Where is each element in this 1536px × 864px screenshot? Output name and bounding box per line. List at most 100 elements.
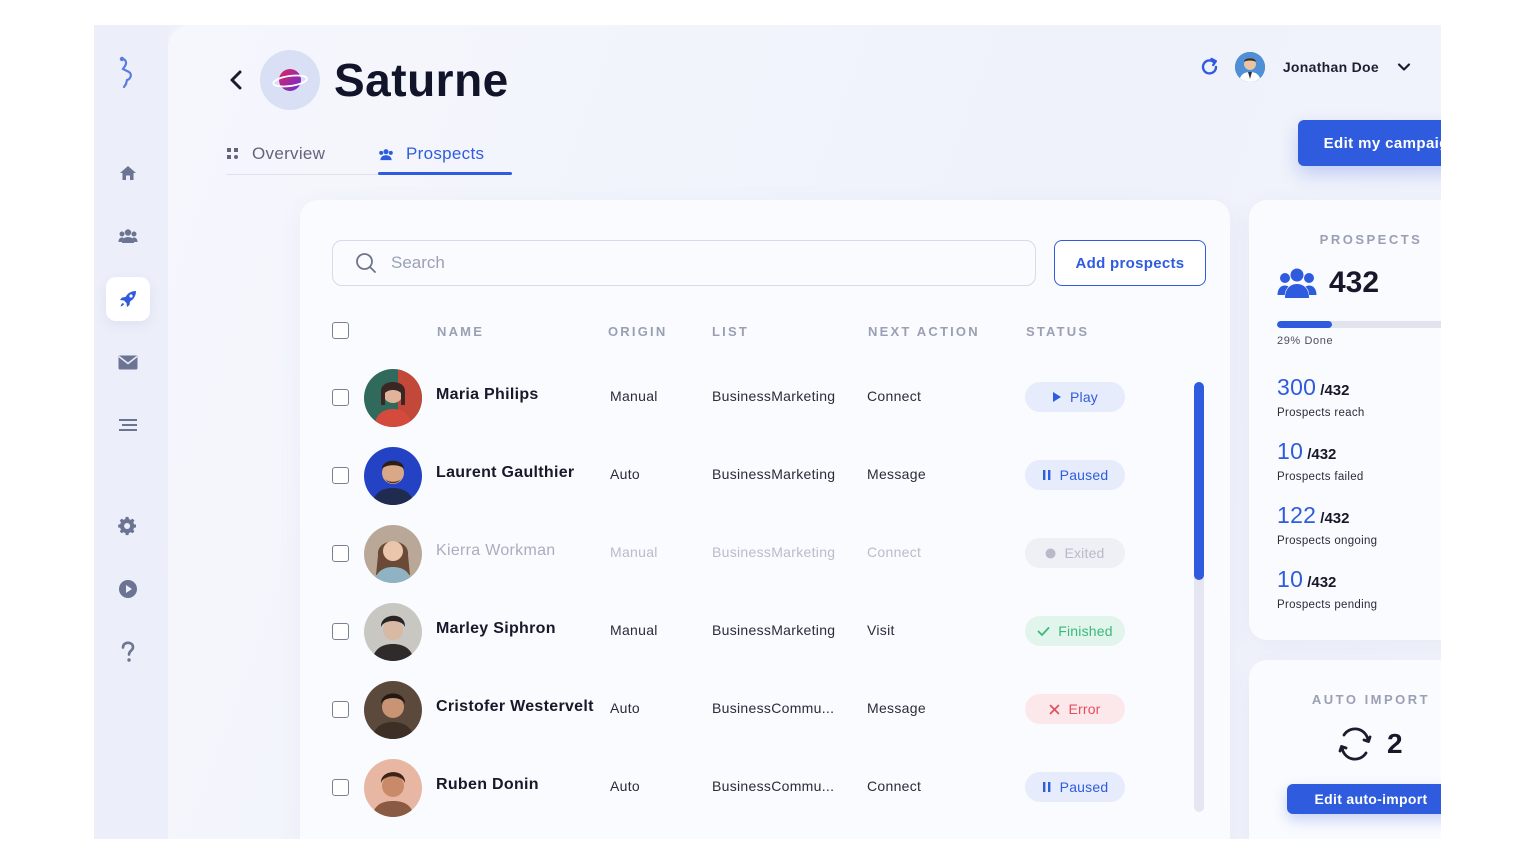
progress-bar [1277,321,1441,328]
stat-value: 122 [1277,502,1317,528]
prospect-next-action: Visit [867,622,895,638]
tab-bar: Overview Prospects [226,133,512,175]
planet-icon [272,69,308,91]
progress-label: 29% Done [1277,335,1334,347]
edit-campaign-button[interactable]: Edit my campaign [1298,120,1441,166]
play-icon [1052,392,1061,402]
table-row[interactable]: Laurent Gaulthier Auto BusinessMarketing… [300,446,1180,506]
row-checkbox[interactable] [332,389,349,406]
grid-icon [227,148,238,159]
prospects-panel: Add prospects NAME ORIGIN LIST NEXT ACTI… [300,200,1230,839]
sidebar-item-lists[interactable] [106,403,150,447]
search-input[interactable] [391,253,991,273]
page-title: Saturne [334,54,509,106]
scrollbar-thumb[interactable] [1194,382,1204,580]
prospect-origin: Auto [610,466,640,482]
logo-icon[interactable] [112,53,142,89]
pause-icon [1042,782,1051,792]
prospect-name[interactable]: Cristofer Westervelt [436,698,594,716]
avatar [364,759,422,817]
prospect-name[interactable]: Marley Siphron [436,620,556,638]
search-box[interactable] [332,240,1036,286]
status-badge[interactable]: Error [1025,694,1125,724]
sidebar-item-home[interactable] [106,151,150,195]
prospect-name[interactable]: Maria Philips [436,386,539,404]
prospect-next-action: Message [867,700,926,716]
prospect-name[interactable]: Laurent Gaulthier [436,464,574,482]
column-header-origin[interactable]: ORIGIN [608,324,667,339]
table-row[interactable]: Maria Philips Manual BusinessMarketing C… [300,368,1180,428]
status-badge[interactable]: Finished [1025,616,1125,646]
tab-overview[interactable]: Overview [226,133,325,175]
scrollbar[interactable] [1194,382,1204,812]
column-header-next-action[interactable]: NEXT ACTION [868,324,980,339]
sidebar-item-settings[interactable] [106,504,150,548]
active-tab-indicator [378,172,512,175]
row-checkbox[interactable] [332,467,349,484]
column-header-list[interactable]: LIST [712,324,749,339]
sidebar-item-users[interactable] [106,214,150,258]
status-badge[interactable]: Paused [1025,772,1125,802]
progress-fill [1277,321,1332,328]
prospect-origin: Auto [610,700,640,716]
prospect-name[interactable]: Ruben Donin [436,776,539,794]
select-all-checkbox[interactable] [332,322,349,339]
sidebar-item-campaigns[interactable] [106,277,150,321]
table-row[interactable]: Cristofer Westervelt Auto BusinessCommu.… [300,680,1180,740]
gear-icon [118,516,137,536]
prospects-total-value: 432 [1329,266,1380,299]
back-arrow-icon[interactable] [226,65,248,95]
column-header-status[interactable]: STATUS [1026,324,1089,339]
stat-value: 10 [1277,438,1304,464]
column-header-name[interactable]: NAME [437,324,484,339]
status-badge[interactable]: Paused [1025,460,1125,490]
table-row[interactable]: Marley Siphron Manual BusinessMarketing … [300,602,1180,662]
prospects-stats-card: PROSPECTS 432 29% Done 300/432 Prospects… [1249,200,1441,640]
tab-overview-label: Overview [252,144,326,163]
sync-icon [1338,727,1372,761]
play-circle-icon [119,580,137,598]
edit-auto-import-button[interactable]: Edit auto-import [1287,784,1441,814]
sidebar [94,25,168,839]
row-checkbox[interactable] [332,623,349,640]
sidebar-item-help[interactable] [106,630,150,674]
user-name[interactable]: Jonathan Doe [1283,59,1379,75]
stat-failed: 10/432 Prospects failed [1277,438,1364,483]
stat-ongoing: 122/432 Prospects ongoing [1277,502,1377,547]
prospect-list: BusinessMarketing [712,622,836,638]
prospect-list: BusinessMarketing [712,388,836,404]
users-icon [1277,268,1317,298]
stat-total: /432 [1320,382,1350,399]
status-label: Play [1069,389,1099,405]
row-checkbox[interactable] [332,779,349,796]
table-row[interactable]: Ruben Donin Auto BusinessCommu... Connec… [300,758,1180,818]
tab-prospects[interactable]: Prospects [378,133,484,175]
prospect-next-action: Connect [867,778,922,794]
stat-label: Prospects failed [1277,471,1364,483]
refresh-icon[interactable] [1199,56,1221,78]
avatar [364,369,422,427]
search-icon [356,253,376,273]
row-checkbox[interactable] [332,701,349,718]
auto-import-count-value: 2 [1387,728,1403,759]
stats-title: PROSPECTS [1319,232,1423,247]
users-icon [118,229,138,243]
status-badge[interactable]: Play [1025,382,1125,412]
stat-label: Prospects pending [1277,599,1378,611]
status-badge[interactable]: Exited [1025,538,1125,568]
chevron-down-icon[interactable] [1397,60,1411,74]
prospect-name[interactable]: Kierra Workman [436,542,556,560]
avatar [364,603,422,661]
stat-reach: 300/432 Prospects reach [1277,374,1365,419]
user-avatar[interactable] [1234,52,1265,82]
campaign-avatar [260,50,320,110]
avatar [364,681,422,739]
prospect-next-action: Connect [867,544,922,560]
main-content: Saturne Overview Prospects Jonathan Doe … [168,25,1441,839]
home-icon [120,166,136,180]
add-prospects-button[interactable]: Add prospects [1054,240,1206,286]
row-checkbox[interactable] [332,545,349,562]
table-row[interactable]: Kierra Workman Manual BusinessMarketing … [300,524,1180,584]
sidebar-item-messages[interactable] [106,340,150,384]
sidebar-item-tutorials[interactable] [106,567,150,611]
